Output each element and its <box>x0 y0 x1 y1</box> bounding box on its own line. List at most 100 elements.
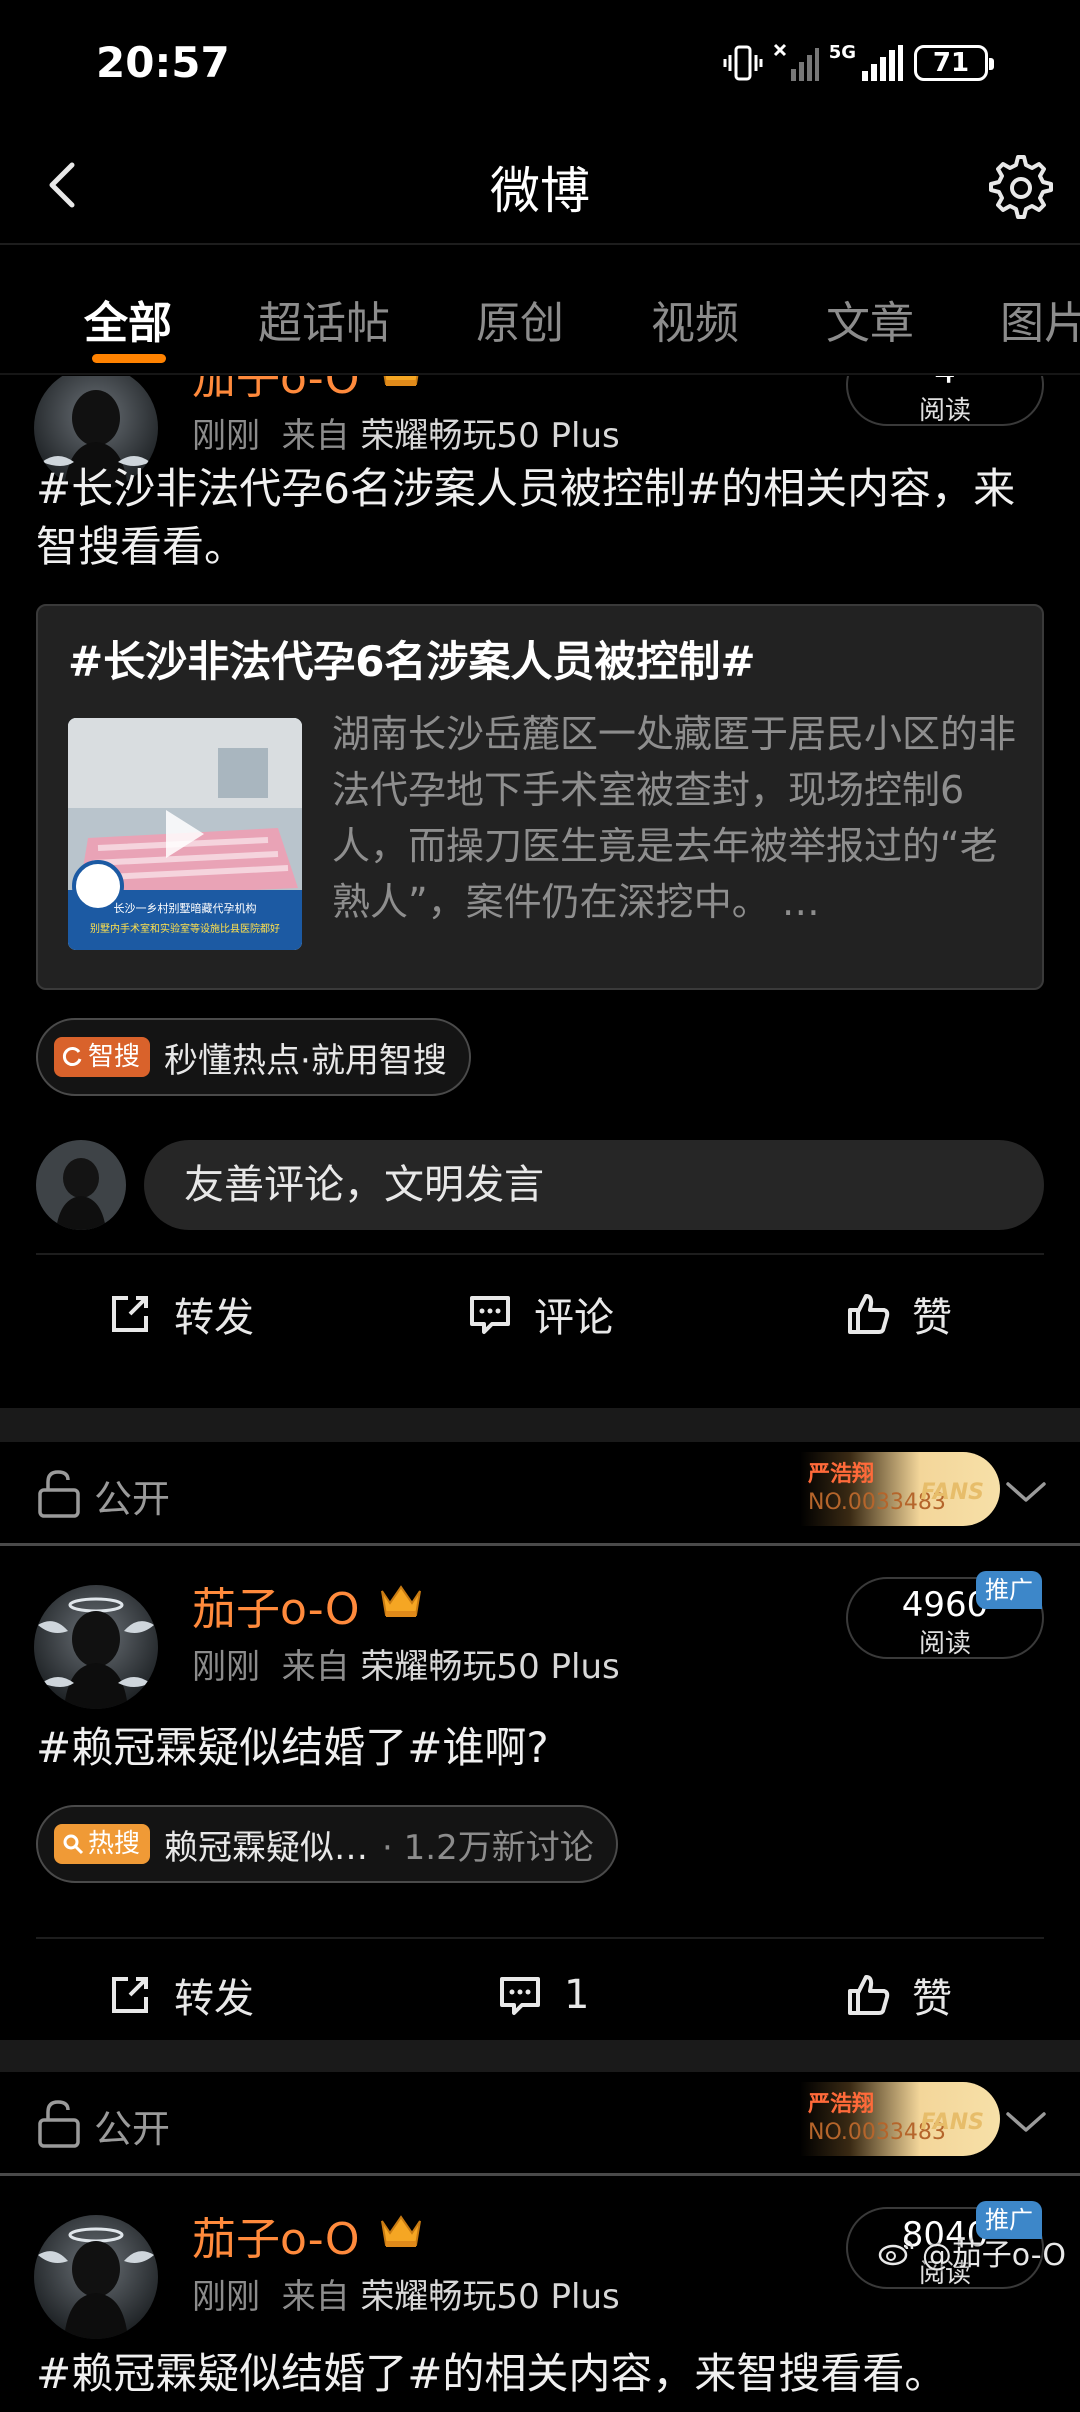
filter-tabs: 全部 超话帖 原创 视频 文章 图片 <box>0 247 1080 375</box>
post-time: 刚刚 <box>192 2277 260 2317</box>
thumb-caption-1: 长沙一乡村别墅暗藏代孕机构 <box>114 901 257 915</box>
repost-icon <box>112 1296 148 1332</box>
like-button[interactable]: 赞 <box>844 1266 952 1362</box>
top-nav-bar: 微博 <box>0 135 1080 245</box>
page-title: 微博 <box>490 162 590 220</box>
fans-badge-name: 严浩翔 <box>808 1462 875 1487</box>
promo-badge[interactable]: 推广 <box>976 1571 1042 1609</box>
signal-icon <box>862 45 903 81</box>
search-icon <box>63 1834 84 1855</box>
post-time: 刚刚 <box>192 416 260 456</box>
vibrate-icon <box>723 45 763 81</box>
chevron-down-icon[interactable] <box>1004 1478 1048 1506</box>
topic-thumbnail[interactable]: 长沙一乡村别墅暗藏代孕机构 别墅内手术室和实验室等设施比县医院都好 <box>68 718 302 950</box>
like-button[interactable]: 赞 <box>844 1947 952 2043</box>
topic-title: #长沙非法代孕6名涉案人员被控制# <box>68 637 756 686</box>
tab-video[interactable]: 视频 <box>651 287 739 351</box>
unlock-icon <box>38 2100 80 2148</box>
tab-all[interactable]: 全部 <box>84 287 172 351</box>
feed[interactable]: 茄子o-O 刚刚 来自 荣耀畅玩50 Plus 4 阅读 推广 #长沙非法代孕6… <box>0 376 1080 2412</box>
fans-badge-name: 严浩翔 <box>808 2092 875 2117</box>
hot-search-text: 赖冠霖疑似… <box>164 1827 369 1868</box>
fans-badge-word: FANS <box>920 1480 984 1505</box>
from-label: 来自 <box>281 416 350 456</box>
hot-search-tag: 热搜 <box>54 1824 151 1864</box>
avatar[interactable] <box>34 1585 158 1709</box>
post-text[interactable]: #赖冠霖疑似结婚了#谁啊? <box>36 1719 1046 1777</box>
post-source[interactable]: 荣耀畅玩50 Plus <box>360 416 619 456</box>
comment-label: 评论 <box>534 1295 614 1341</box>
comment-button[interactable]: 评论 <box>466 1266 614 1362</box>
post-source[interactable]: 荣耀畅玩50 Plus <box>360 2277 619 2317</box>
weibo-logo-icon <box>878 2239 914 2266</box>
my-avatar[interactable] <box>36 1140 126 1230</box>
post-time: 刚刚 <box>192 1647 260 1687</box>
hospital-bed-image: 长沙一乡村别墅暗藏代孕机构 别墅内手术室和实验室等设施比县医院都好 <box>68 718 302 950</box>
hot-search-discussion: · 1.2万新讨论 <box>382 1827 594 1868</box>
comment-icon <box>500 1977 540 2015</box>
fans-badge[interactable]: 严浩翔 NO.0033483 FANS <box>800 1452 1000 1526</box>
status-time: 20:57 <box>96 38 230 87</box>
privacy-label: 公开 <box>94 2107 171 2151</box>
privacy-label: 公开 <box>94 1477 171 1521</box>
section-gap <box>0 2040 1080 2074</box>
battery-icon: 71 <box>914 45 994 81</box>
post-actions: 转发 评论 赞 <box>0 1266 1080 1362</box>
chevron-down-icon[interactable] <box>1004 2108 1048 2136</box>
comment-input[interactable]: 友善评论，文明发言 <box>144 1140 1044 1230</box>
fans-badge[interactable]: 严浩翔 NO.0033483 FANS <box>800 2082 1000 2156</box>
status-icons: 5G 71 <box>723 42 994 84</box>
vip-crown-icon <box>381 2215 421 2247</box>
thumb-caption-2: 别墅内手术室和实验室等设施比县医院都好 <box>90 922 280 935</box>
gear-icon[interactable] <box>978 145 1058 225</box>
tab-original[interactable]: 原创 <box>476 287 564 351</box>
post-actions: 转发 1 赞 <box>0 1947 1080 2043</box>
username[interactable]: 茄子o-O <box>192 376 359 406</box>
post-text[interactable]: #长沙非法代孕6名涉案人员被控制#的相关内容，来智搜看看。 <box>36 460 1046 576</box>
avatar[interactable] <box>34 2215 158 2339</box>
topic-description: 湖南长沙岳麓区一处藏匿于居民小区的非法代孕地下手术室被查封，现场控制6人，而操刀… <box>332 712 1017 924</box>
network-type: 5G <box>828 42 856 63</box>
comment-count: 1 <box>564 1972 590 2018</box>
comment-button[interactable]: 1 <box>496 1947 589 2043</box>
post-text[interactable]: #赖冠霖疑似结婚了#的相关内容，来智搜看看。 <box>36 2345 1046 2403</box>
tab-super-topic[interactable]: 超话帖 <box>258 287 390 351</box>
thumbs-up-icon <box>848 1975 890 2015</box>
smart-search-pill[interactable]: 智搜 秒懂热点·就用智搜 <box>36 1018 471 1096</box>
tab-article[interactable]: 文章 <box>826 287 914 351</box>
active-tab-indicator <box>92 354 166 363</box>
vip-crown-icon <box>383 376 419 386</box>
privacy-row[interactable]: 公开 严浩翔 NO.0033483 FANS <box>0 2072 1080 2176</box>
smart-search-tag-label: 智搜 <box>88 1042 141 1072</box>
repost-icon <box>112 1977 148 2013</box>
smart-search-text: 秒懂热点·就用智搜 <box>164 1040 447 1081</box>
read-label: 阅读 <box>918 1629 971 1659</box>
topic-card[interactable]: #长沙非法代孕6名涉案人员被控制# 长沙一乡村别墅暗藏代孕机构 别墅内手术室和实… <box>36 604 1044 990</box>
username[interactable]: 茄子o-O <box>192 2203 359 2267</box>
like-label: 赞 <box>912 1976 952 2022</box>
read-label: 阅读 <box>918 396 971 426</box>
repost-button[interactable]: 转发 <box>106 1947 254 2043</box>
watermark-text: @茄子o-O <box>921 2238 1066 2273</box>
repost-button[interactable]: 转发 <box>106 1266 254 1362</box>
watermark: @茄子o-O <box>878 2230 1066 2274</box>
divider <box>36 1253 1044 1255</box>
divider <box>36 1937 1044 1939</box>
username[interactable]: 茄子o-O <box>192 1573 359 1637</box>
vip-crown-icon <box>381 1585 421 1617</box>
thumbs-up-icon <box>848 1294 890 1334</box>
post-source[interactable]: 荣耀畅玩50 Plus <box>360 1647 619 1687</box>
from-label: 来自 <box>281 2277 350 2317</box>
smart-search-tag: 智搜 <box>54 1037 151 1077</box>
smart-search-icon <box>62 1047 82 1066</box>
from-label: 来自 <box>281 1647 350 1687</box>
tab-image[interactable]: 图片 <box>1000 287 1080 351</box>
unlock-icon <box>38 1470 80 1518</box>
hot-search-pill[interactable]: 热搜 赖冠霖疑似… · 1.2万新讨论 <box>36 1805 618 1883</box>
read-count-pill[interactable]: 4 阅读 推广 <box>846 376 1044 426</box>
fans-badge-word: FANS <box>920 2110 984 2135</box>
read-count-pill[interactable]: 4960 阅读 推广 <box>846 1571 1044 1659</box>
post-meta: 刚刚 来自 荣耀畅玩50 Plus <box>192 408 620 457</box>
privacy-row[interactable]: 公开 严浩翔 NO.0033483 FANS <box>0 1442 1080 1546</box>
post-card: 茄子o-O 刚刚 来自 荣耀畅玩50 Plus 8040 阅读 推广 #赖冠霖疑… <box>0 2179 1080 2412</box>
